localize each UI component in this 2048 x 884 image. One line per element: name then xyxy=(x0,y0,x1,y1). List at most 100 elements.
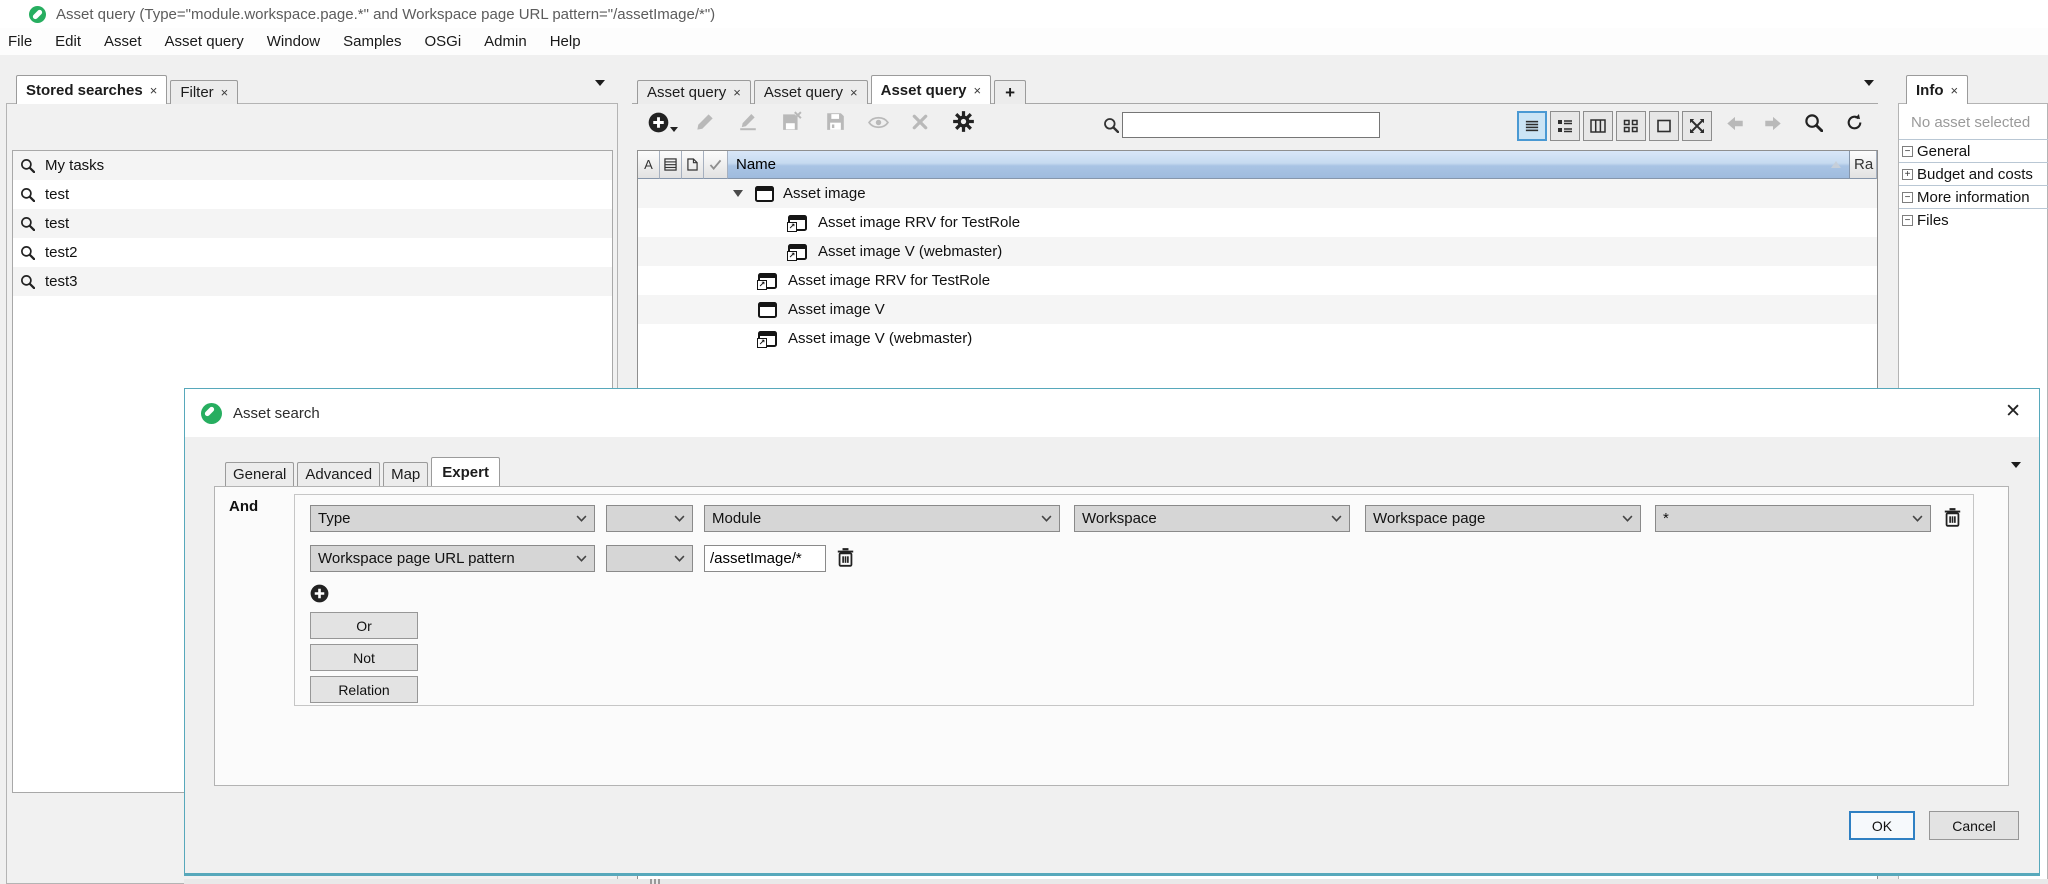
list-item[interactable]: test3 xyxy=(13,267,612,296)
section-files[interactable]: − Files xyxy=(1899,208,2048,231)
quick-search-input[interactable] xyxy=(1122,112,1380,138)
table-row[interactable]: ↗ Asset image V (webmaster) xyxy=(638,324,1877,353)
history-forward-button[interactable] xyxy=(1764,116,1782,131)
table-row[interactable]: Asset image xyxy=(638,179,1877,208)
discard-checkout-button[interactable] xyxy=(782,111,802,131)
preview-asset-button[interactable] xyxy=(868,115,889,130)
tab-close-icon[interactable]: × xyxy=(974,83,982,98)
list-item[interactable]: test2 xyxy=(13,238,612,267)
operator-label: And xyxy=(229,498,258,515)
collapse-toggle-icon[interactable]: − xyxy=(1902,192,1913,203)
table-row[interactable]: Asset image V xyxy=(638,295,1877,324)
menu-edit[interactable]: Edit xyxy=(55,33,81,50)
save-asset-button[interactable] xyxy=(826,112,845,131)
menu-file[interactable]: File xyxy=(8,33,32,50)
collapse-toggle-icon[interactable]: − xyxy=(1902,146,1913,157)
list-item-label: My tasks xyxy=(45,157,104,174)
search-button[interactable] xyxy=(1804,113,1823,132)
url-pattern-field-combobox[interactable]: Workspace page URL pattern xyxy=(310,545,595,572)
tab-info[interactable]: Info × xyxy=(1906,75,1968,104)
column-header-type[interactable]: A xyxy=(638,151,660,179)
section-budget-and-costs[interactable]: + Budget and costs xyxy=(1899,162,2048,185)
table-row[interactable]: ↗ Asset image RRV for TestRole xyxy=(638,266,1877,295)
view-columns-button[interactable] xyxy=(1583,111,1613,141)
add-condition-button[interactable] xyxy=(310,584,329,603)
history-back-button[interactable] xyxy=(1726,116,1744,131)
module-combobox[interactable]: Module xyxy=(704,505,1060,532)
url-pattern-input[interactable] xyxy=(704,545,826,572)
view-thumbnails-button[interactable] xyxy=(1616,111,1646,141)
tab-asset-query-1[interactable]: Asset query × xyxy=(637,80,751,104)
delete-condition-button[interactable] xyxy=(1943,508,1962,527)
menu-admin[interactable]: Admin xyxy=(484,33,527,50)
refresh-button[interactable] xyxy=(1845,113,1864,132)
column-header-list[interactable] xyxy=(660,151,682,179)
column-header-check[interactable] xyxy=(704,151,728,179)
menu-asset[interactable]: Asset xyxy=(104,33,142,50)
remove-button[interactable] xyxy=(912,114,928,130)
dialog-tabs: General Advanced Map Expert xyxy=(225,457,500,486)
view-list-button[interactable] xyxy=(1517,111,1547,141)
edit-asset-button[interactable] xyxy=(696,113,714,131)
tab-asset-query-3[interactable]: Asset query × xyxy=(871,75,991,104)
collapse-toggle-icon[interactable]: − xyxy=(1902,215,1913,226)
view-detail-list-button[interactable] xyxy=(1550,111,1580,141)
pattern-combobox[interactable]: * xyxy=(1655,505,1931,532)
new-asset-button[interactable] xyxy=(648,112,678,133)
tab-close-icon[interactable]: × xyxy=(1951,83,1959,98)
search-icon xyxy=(20,245,35,260)
field-combobox[interactable]: Type xyxy=(310,505,595,532)
menu-help[interactable]: Help xyxy=(550,33,581,50)
dialog-tab-advanced[interactable]: Advanced xyxy=(297,462,380,486)
expand-toggle-icon[interactable]: + xyxy=(1902,169,1913,180)
column-header-page[interactable] xyxy=(682,151,704,179)
tab-close-icon[interactable]: × xyxy=(733,85,741,100)
url-pattern-operator-combobox[interactable] xyxy=(606,545,693,572)
list-item[interactable]: test xyxy=(13,180,612,209)
list-item[interactable]: My tasks xyxy=(13,151,612,180)
operator-combobox[interactable] xyxy=(606,505,693,532)
list-item[interactable]: test xyxy=(13,209,612,238)
dialog-tab-expert[interactable]: Expert xyxy=(431,457,500,486)
dialog-close-icon[interactable]: ✕ xyxy=(2005,401,2021,423)
tab-label: Asset query xyxy=(764,84,843,101)
section-general[interactable]: − General xyxy=(1899,139,2048,162)
view-fullscreen-button[interactable] xyxy=(1682,111,1712,141)
dialog-tab-map[interactable]: Map xyxy=(383,462,428,486)
left-panel-menu-chevron-icon[interactable] xyxy=(595,86,605,104)
tab-asset-query-2[interactable]: Asset query × xyxy=(754,80,868,104)
relation-button[interactable]: Relation xyxy=(310,676,418,703)
expander-collapse-icon[interactable] xyxy=(733,190,743,197)
delete-condition-button[interactable] xyxy=(836,548,855,567)
tab-close-icon[interactable]: × xyxy=(150,83,158,98)
menu-osgi[interactable]: OSGi xyxy=(424,33,461,50)
rating-column-label: Ra xyxy=(1854,156,1873,173)
view-single-button[interactable] xyxy=(1649,111,1679,141)
menu-window[interactable]: Window xyxy=(267,33,320,50)
not-button[interactable]: Not xyxy=(310,644,418,671)
tab-close-icon[interactable]: × xyxy=(221,85,229,100)
dialog-tab-general[interactable]: General xyxy=(225,462,294,486)
splitter-grip[interactable] xyxy=(650,879,666,884)
workspace-combobox[interactable]: Workspace xyxy=(1074,505,1350,532)
tab-close-icon[interactable]: × xyxy=(850,85,858,100)
table-row[interactable]: ↗ Asset image RRV for TestRole xyxy=(638,208,1877,237)
tab-stored-searches[interactable]: Stored searches × xyxy=(16,75,167,104)
cancel-button[interactable]: Cancel xyxy=(1929,811,2019,840)
table-row[interactable]: ↗ Asset image V (webmaster) xyxy=(638,237,1877,266)
new-tab-button[interactable]: + xyxy=(994,80,1026,104)
column-header-name[interactable]: Name xyxy=(728,151,1850,179)
tab-filter[interactable]: Filter × xyxy=(170,80,238,104)
column-header-rating[interactable]: Ra xyxy=(1850,151,1877,179)
center-panel-menu-chevron-icon[interactable] xyxy=(1864,86,1874,104)
dialog-titlebar[interactable]: Asset search ✕ xyxy=(185,389,2039,437)
dialog-menu-chevron-icon[interactable] xyxy=(2011,468,2021,486)
workspace-page-combobox[interactable]: Workspace page xyxy=(1365,505,1641,532)
ok-button[interactable]: OK xyxy=(1849,811,1915,840)
menu-samples[interactable]: Samples xyxy=(343,33,401,50)
menu-asset-query[interactable]: Asset query xyxy=(165,33,244,50)
annotate-asset-button[interactable] xyxy=(738,113,758,131)
settings-gear-button[interactable] xyxy=(952,110,975,133)
section-more-information[interactable]: − More information xyxy=(1899,185,2048,208)
or-button[interactable]: Or xyxy=(310,612,418,639)
